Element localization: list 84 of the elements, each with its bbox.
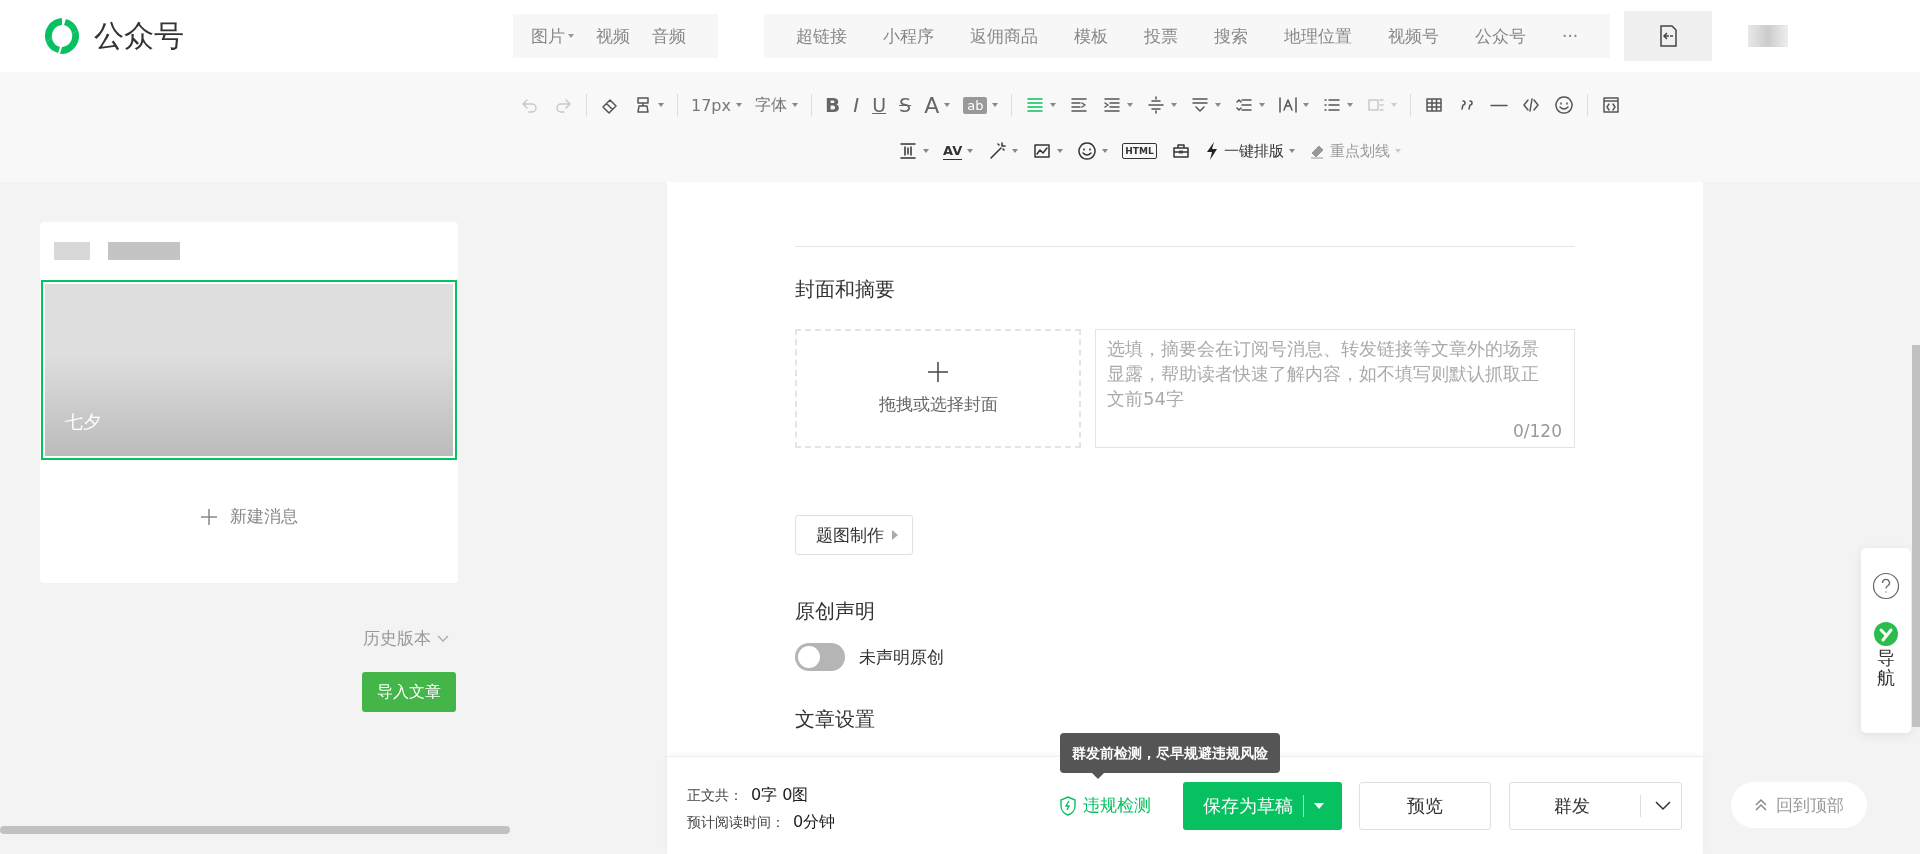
strikethrough-button[interactable]: S bbox=[899, 90, 912, 120]
horizontal-rule-icon bbox=[1490, 103, 1509, 107]
cover-upload-area[interactable]: 拖拽或选择封面 bbox=[795, 329, 1081, 448]
font-size-dropdown[interactable]: 17px bbox=[691, 90, 742, 120]
vertical-spacing-icon bbox=[898, 141, 918, 161]
stat-value: 0分钟 bbox=[793, 811, 836, 833]
scrollbar[interactable] bbox=[0, 826, 510, 834]
tooltip-pointer bbox=[1092, 773, 1104, 779]
redacted-block bbox=[54, 242, 90, 260]
insert-button[interactable]: 图片 bbox=[527, 14, 592, 58]
lightning-icon bbox=[1204, 142, 1219, 160]
toolbox-icon bbox=[1170, 141, 1191, 161]
paragraph-spacing-icon bbox=[1190, 95, 1211, 115]
plus-icon bbox=[200, 507, 218, 526]
compliance-check-link[interactable]: 违规检测 bbox=[1059, 794, 1183, 817]
insert-button[interactable]: 小程序 bbox=[865, 14, 952, 58]
insert-button[interactable]: 地理位置 bbox=[1266, 14, 1370, 58]
toggle-switch[interactable] bbox=[795, 643, 845, 671]
insert-button[interactable]: 公众号 bbox=[1457, 14, 1544, 58]
insert-button[interactable]: 返佣商品 bbox=[952, 14, 1056, 58]
tooltip: 群发前检测，尽早规避违规风险 bbox=[1060, 733, 1280, 773]
section-heading: 原创声明 bbox=[795, 598, 876, 625]
scrollbar[interactable] bbox=[1912, 345, 1920, 727]
insert-button[interactable]: ··· bbox=[1544, 14, 1597, 58]
line-height-icon bbox=[1146, 95, 1167, 115]
plus-icon bbox=[927, 361, 949, 383]
help-icon[interactable] bbox=[1872, 572, 1900, 600]
justify-icon bbox=[1025, 95, 1046, 115]
save-draft-button[interactable]: 保存为草稿 bbox=[1183, 781, 1342, 830]
redacted-block bbox=[1748, 25, 1789, 47]
emoji-icon bbox=[1554, 95, 1575, 115]
caret-icon[interactable] bbox=[1314, 802, 1324, 809]
background-color-button[interactable]: ab bbox=[963, 90, 999, 120]
insert-button[interactable]: 音频 bbox=[648, 14, 704, 58]
history-dropdown[interactable]: 历史版本 bbox=[363, 627, 449, 650]
insert-button[interactable]: 视频 bbox=[592, 14, 648, 58]
table-icon bbox=[1424, 95, 1445, 115]
insert-button[interactable]: 视频号 bbox=[1370, 14, 1457, 58]
font-color-button[interactable]: A bbox=[924, 90, 951, 120]
font-family-dropdown[interactable]: 字体 bbox=[755, 90, 798, 120]
navigation-button[interactable]: 导航 bbox=[1874, 622, 1898, 688]
navigation-icon bbox=[1874, 622, 1898, 646]
chart-image-icon bbox=[1032, 141, 1053, 161]
triangle-right-icon bbox=[892, 530, 898, 540]
code-icon bbox=[1521, 95, 1542, 115]
bold-button[interactable]: B bbox=[825, 90, 841, 120]
insert-button[interactable]: 投票 bbox=[1126, 14, 1196, 58]
preview-button[interactable]: 预览 bbox=[1359, 781, 1491, 830]
redacted-block bbox=[108, 242, 180, 260]
insert-button[interactable]: 搜索 bbox=[1196, 14, 1266, 58]
title-image-button[interactable]: 题图制作 bbox=[795, 515, 913, 555]
import-doc-button[interactable] bbox=[1624, 11, 1713, 61]
stat-value: 0字 0图 bbox=[751, 784, 809, 806]
publish-button[interactable]: 群发 bbox=[1509, 781, 1682, 830]
stat-label: 正文共： bbox=[687, 786, 743, 805]
chevron-down-icon[interactable] bbox=[1655, 800, 1671, 811]
section-heading: 封面和摘要 bbox=[795, 276, 896, 303]
import-article-button[interactable]: 导入文章 bbox=[362, 672, 456, 712]
shield-icon bbox=[1059, 795, 1077, 816]
logo-text: 公众号 bbox=[94, 16, 184, 55]
summary-field[interactable]: 选填，摘要会在订阅号消息、转发链接等文章外的场景显露，帮助读者快速了解内容，如不填写则默认抓取正文前54字 0/120 bbox=[1095, 329, 1575, 448]
new-message-button[interactable]: 新建消息 bbox=[200, 505, 298, 528]
magic-wand-icon bbox=[987, 141, 1008, 161]
italic-button[interactable]: I bbox=[853, 90, 860, 120]
document-arrow-icon bbox=[1657, 24, 1680, 48]
stat-label: 预计阅读时间： bbox=[687, 813, 785, 832]
chevron-down-icon bbox=[437, 634, 449, 643]
insert-button[interactable]: 超链接 bbox=[778, 14, 865, 58]
insert-button[interactable]: 模板 bbox=[1056, 14, 1126, 58]
indent-icon bbox=[1102, 95, 1123, 115]
toggle-label: 未声明原创 bbox=[859, 645, 944, 669]
back-to-top-button[interactable]: 回到顶部 bbox=[1731, 782, 1867, 828]
highlighter-icon bbox=[1308, 143, 1325, 159]
article-title: 七夕 bbox=[65, 410, 101, 434]
source-code-icon bbox=[1601, 95, 1622, 115]
double-chevron-up-icon bbox=[1754, 798, 1768, 812]
emoji-icon bbox=[1077, 141, 1098, 161]
letter-spacing-button[interactable]: AV bbox=[943, 136, 974, 166]
letter-spacing-icon bbox=[1278, 95, 1299, 115]
auto-format-button[interactable]: 一键排版 bbox=[1204, 136, 1295, 166]
section-heading: 文章设置 bbox=[795, 706, 876, 733]
character-counter: 0/120 bbox=[1513, 421, 1562, 441]
underline-button[interactable]: U bbox=[872, 90, 887, 120]
indent-right-icon bbox=[1069, 95, 1090, 115]
